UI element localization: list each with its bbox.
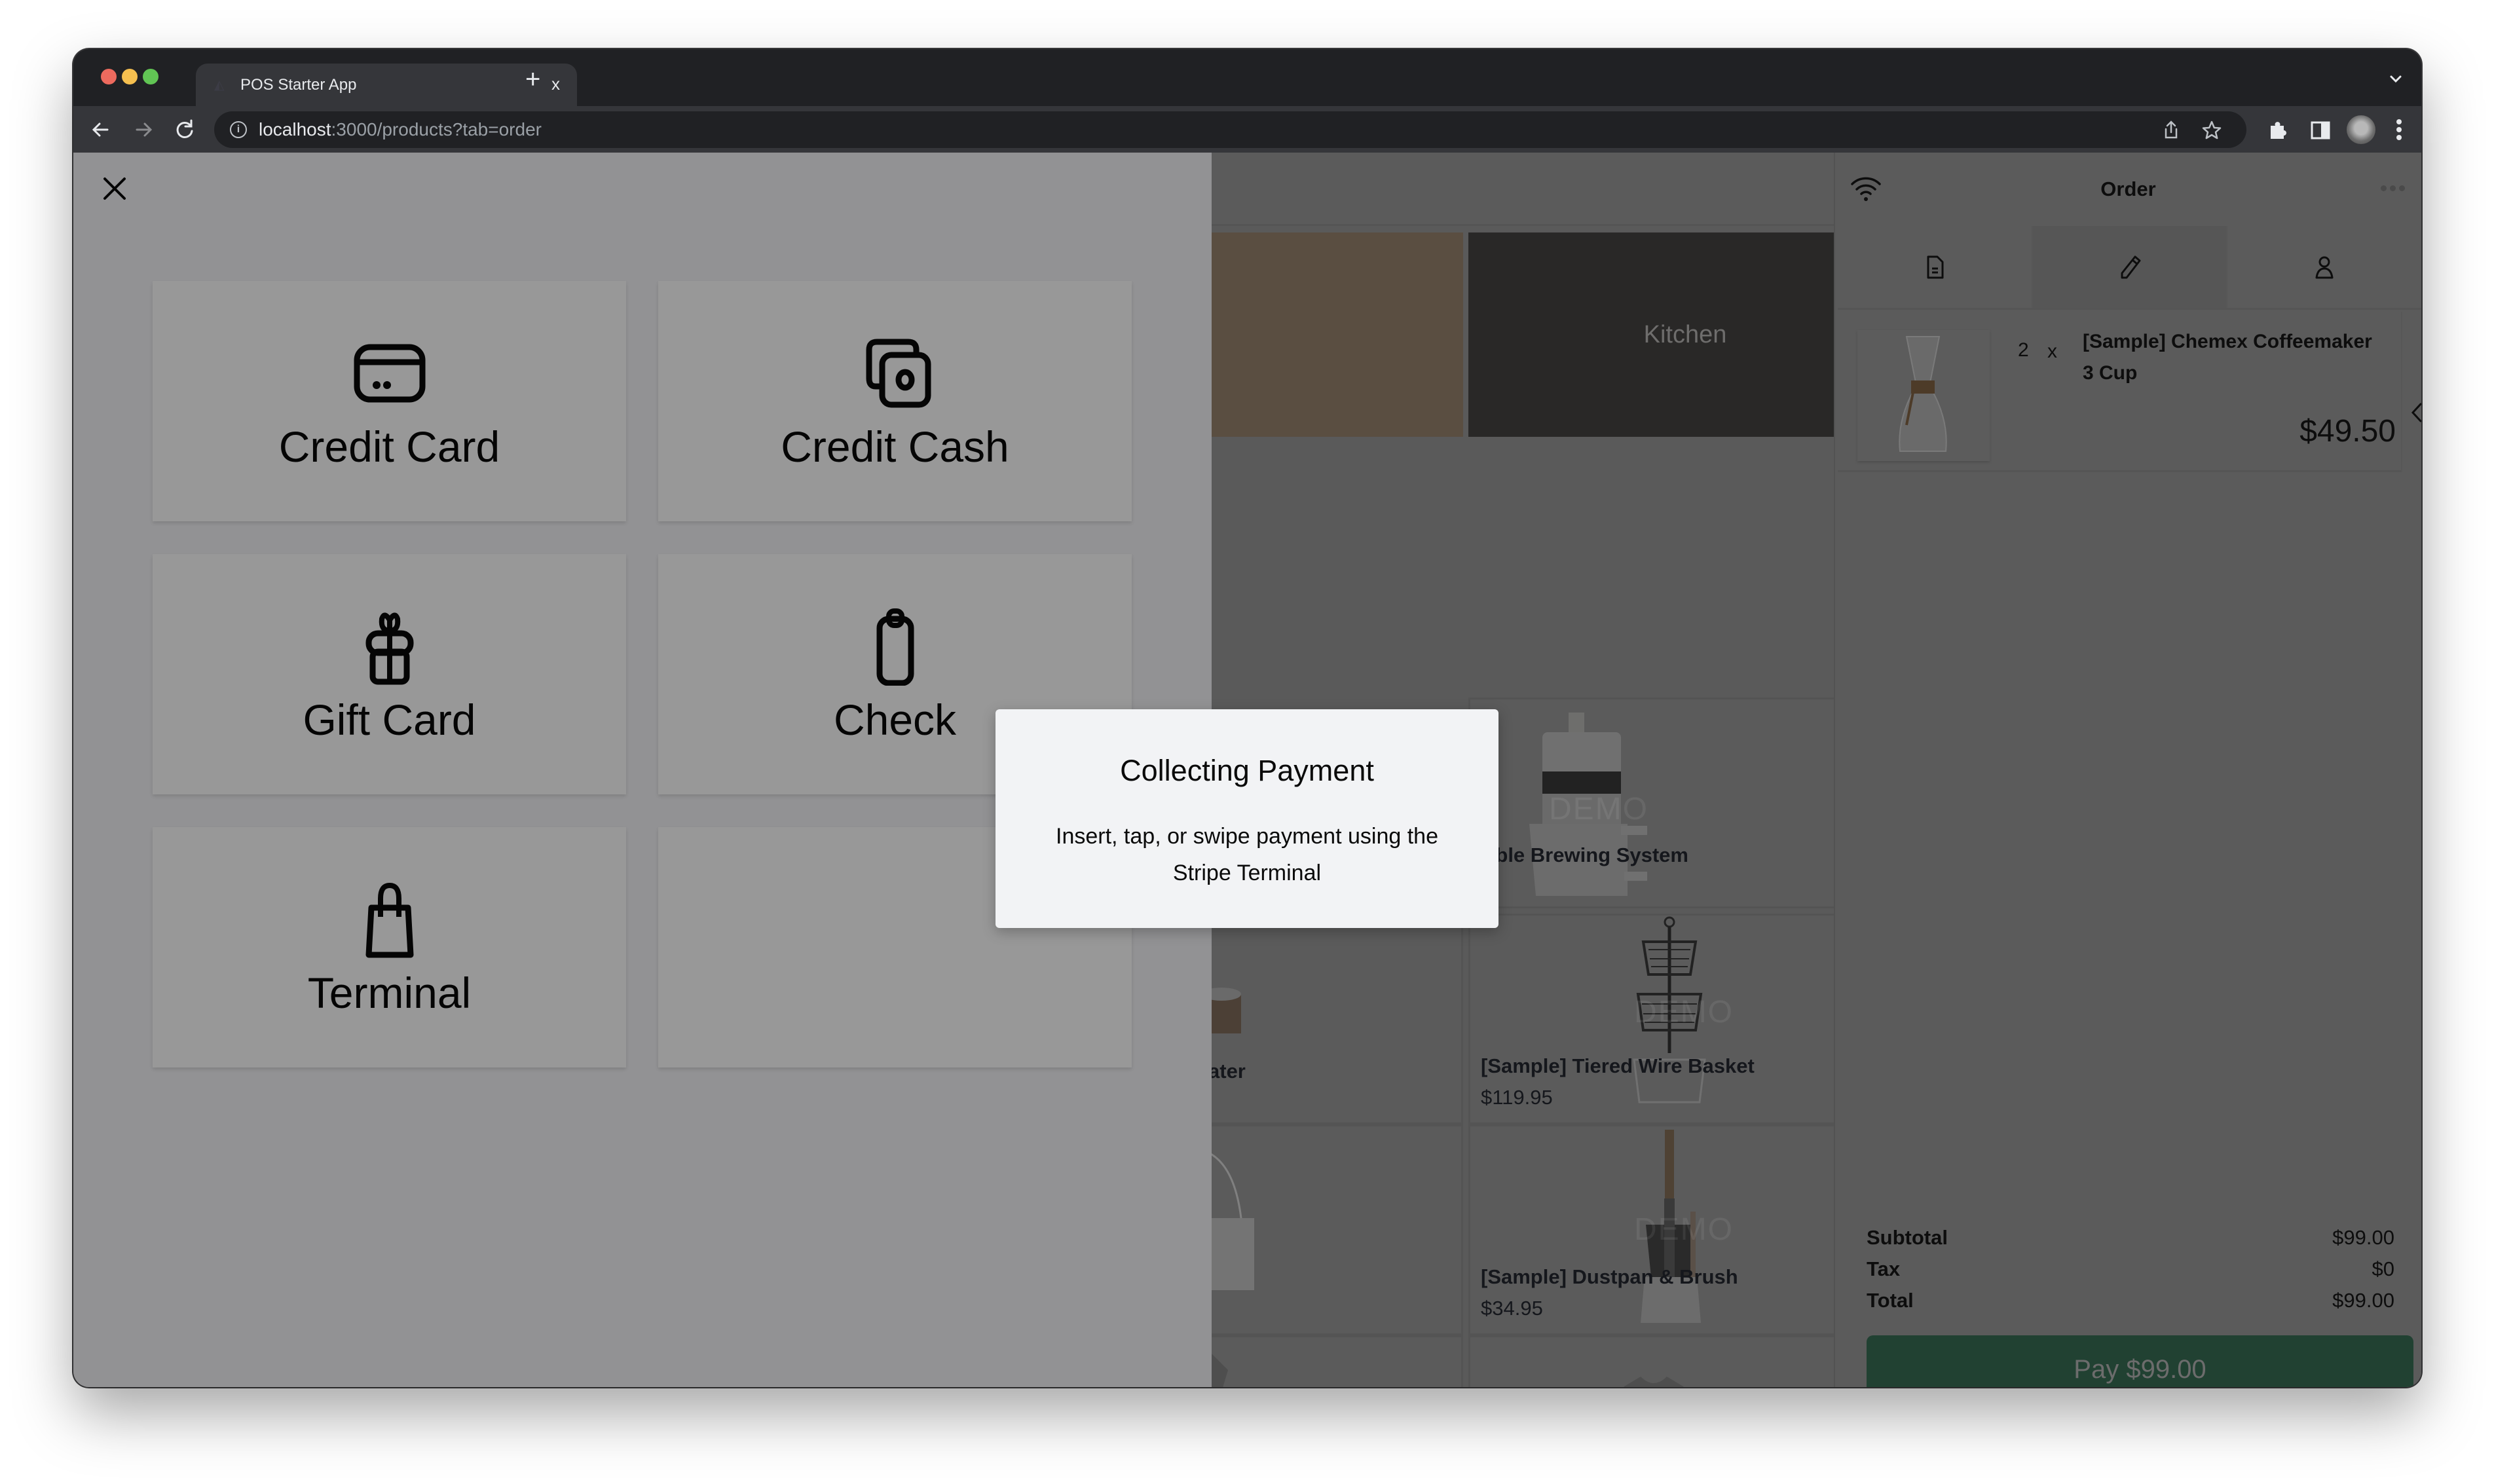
product-image <box>1208 988 1241 1033</box>
dialog-title: Collecting Payment <box>1120 754 1374 787</box>
product-tile[interactable] <box>1206 1335 1463 1387</box>
line-item-name: [Sample] Chemex Coffeemaker 3 Cup <box>2083 331 2372 384</box>
url-host: localhost <box>259 119 331 139</box>
product-price: $34.95 <box>1481 1297 1543 1320</box>
credit-card-icon <box>354 344 425 402</box>
payment-method-label: Terminal <box>307 968 472 1017</box>
browser-window: ◭ POS Starter App x + i localhost:3000/p… <box>73 49 2421 1387</box>
user-icon <box>2315 256 2334 278</box>
tax-row: Tax $0 <box>1867 1253 2394 1285</box>
browser-toolbar: i localhost:3000/products?tab=order <box>73 106 2421 153</box>
line-item-price: $49.50 <box>2299 414 2396 449</box>
tab-close-button[interactable]: x <box>551 74 560 94</box>
tab-customer[interactable] <box>2227 226 2421 308</box>
cash-icon <box>866 339 931 407</box>
tax-value: $0 <box>2372 1257 2394 1280</box>
category-label: Kitchen <box>1643 320 1727 348</box>
product-name: [Sample] Dustpan & Brush <box>1481 1265 1738 1288</box>
tab-order-notes[interactable] <box>2032 226 2228 308</box>
back-arrow-icon[interactable] <box>88 117 114 143</box>
side-panel-icon[interactable] <box>2307 117 2334 143</box>
product-tile[interactable]: ater <box>1206 914 1463 1124</box>
subtotal-row: Subtotal $99.00 <box>1867 1222 2394 1253</box>
tab-title: POS Starter App <box>240 76 357 94</box>
forward-arrow-icon[interactable] <box>130 117 157 143</box>
favicon-icon: ◭ <box>214 78 225 92</box>
browser-menu-icon[interactable] <box>2395 118 2403 141</box>
order-header: Order <box>1835 153 2421 226</box>
profile-avatar[interactable] <box>2347 115 2375 144</box>
new-tab-button[interactable]: + <box>525 66 540 92</box>
url-path: :3000/products?tab=order <box>331 119 542 139</box>
grid-header <box>1212 153 1905 226</box>
document-icon <box>1927 255 1944 278</box>
chevron-left-icon[interactable] <box>2410 401 2421 424</box>
product-image <box>1208 1350 1228 1387</box>
payment-method-credit-card[interactable]: Credit Card <box>153 281 626 521</box>
line-item-swipe-handle[interactable] <box>2401 312 2421 472</box>
page-content: Kitchen DEMO Able Brewing System ater DE… <box>73 153 2421 1387</box>
collecting-payment-dialog: Collecting Payment Insert, tap, or swipe… <box>996 709 1498 928</box>
site-info-icon[interactable]: i <box>230 121 247 138</box>
product-image <box>1208 1151 1254 1290</box>
payment-method-label: Credit Cash <box>781 422 1009 471</box>
payment-method-credit-cash[interactable]: Credit Cash <box>658 281 1132 521</box>
share-icon[interactable] <box>2160 119 2182 141</box>
gift-icon <box>365 612 413 684</box>
tshirt-image <box>1624 1377 1684 1387</box>
chemex-image <box>1899 336 1947 452</box>
order-tabs <box>1838 226 2421 310</box>
maximize-window-button[interactable] <box>143 69 158 84</box>
order-title: Order <box>2100 177 2156 200</box>
payment-method-label: Gift Card <box>303 695 476 744</box>
close-window-button[interactable] <box>101 69 117 84</box>
demo-watermark: DEMO <box>1634 995 1734 1030</box>
more-options-icon[interactable] <box>2381 185 2408 193</box>
tab-strip: ◭ POS Starter App x + <box>73 49 2421 106</box>
total-label: Total <box>1867 1289 1914 1312</box>
browser-tab[interactable]: ◭ POS Starter App x <box>196 64 577 106</box>
product-name: ater <box>1208 1060 1246 1083</box>
line-item-thumbnail <box>1857 330 1990 461</box>
pay-button[interactable]: Pay $99.00 <box>1867 1335 2413 1387</box>
product-tile[interactable] <box>1206 1124 1463 1335</box>
product-price: $119.95 <box>1481 1086 1553 1109</box>
line-item-times: x <box>2047 341 2057 362</box>
bookmark-star-icon[interactable] <box>2201 119 2223 141</box>
total-value: $99.00 <box>2332 1289 2394 1312</box>
demo-watermark: DEMO <box>1634 1212 1734 1247</box>
payment-method-label: Check <box>833 695 957 744</box>
extensions-puzzle-icon[interactable] <box>2265 117 2292 143</box>
reload-icon[interactable] <box>172 117 198 143</box>
minimize-window-button[interactable] <box>122 69 138 84</box>
tab-order-details[interactable] <box>1838 226 2033 308</box>
shopping-bag-icon <box>365 882 413 957</box>
product-name: [Sample] Tiered Wire Basket <box>1481 1054 1755 1077</box>
clipboard-icon <box>876 608 914 686</box>
category-tile[interactable] <box>1212 232 1463 437</box>
pencil-icon <box>2121 255 2140 278</box>
url-text[interactable]: localhost:3000/products?tab=order <box>259 120 542 139</box>
dialog-message: Insert, tap, or swipe payment using the … <box>1056 824 1438 885</box>
tax-label: Tax <box>1867 1257 1901 1280</box>
payment-method-terminal[interactable]: Terminal <box>153 827 626 1067</box>
order-panel: Order 2 x [Sample] Chemex Coffeemaker 3 … <box>1834 153 2421 1387</box>
close-icon[interactable] <box>100 174 130 204</box>
address-bar[interactable]: i localhost:3000/products?tab=order <box>214 111 2246 148</box>
product-name: Able Brewing System <box>1481 844 1688 866</box>
subtotal-value: $99.00 <box>2332 1226 2394 1249</box>
line-item-quantity: 2 <box>2018 339 2029 361</box>
chevron-down-icon[interactable] <box>2389 71 2403 86</box>
total-row: Total $99.00 <box>1867 1285 2394 1316</box>
payment-method-gift-card[interactable]: Gift Card <box>153 554 626 794</box>
payment-method-label: Credit Card <box>278 422 500 471</box>
demo-watermark: DEMO <box>1549 792 1648 826</box>
order-line-item[interactable]: 2 x [Sample] Chemex Coffeemaker 3 Cup $4… <box>1838 312 2401 472</box>
subtotal-label: Subtotal <box>1867 1226 1948 1249</box>
order-totals: Subtotal $99.00 Tax $0 Total $99.00 <box>1867 1222 2394 1316</box>
